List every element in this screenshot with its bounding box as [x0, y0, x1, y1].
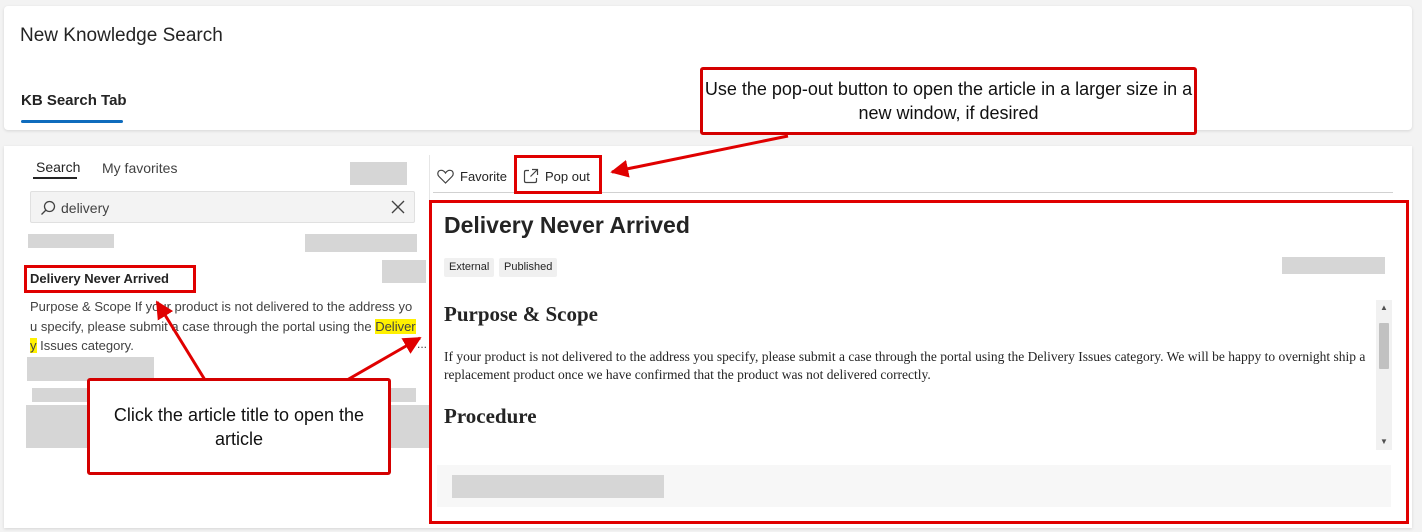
- close-icon[interactable]: [390, 199, 406, 215]
- tab-search[interactable]: Search: [36, 159, 80, 175]
- search-value[interactable]: delivery: [61, 200, 109, 216]
- snippet-text-end: Issues category.: [36, 338, 134, 353]
- tab-kb-search[interactable]: KB Search Tab: [21, 92, 127, 109]
- callout-popout: Use the pop-out button to open the artic…: [700, 67, 1197, 135]
- highlight-box-article: [429, 200, 1409, 524]
- result-snippet: Purpose & Scope If your product is not d…: [30, 297, 416, 356]
- favorite-label: Favorite: [460, 168, 507, 184]
- search-tab-underline: [33, 177, 77, 179]
- highlight-box-popout: [514, 155, 602, 194]
- redacted-block: [350, 162, 407, 185]
- more-indicator: ...: [417, 337, 428, 351]
- page-title: New Knowledge Search: [20, 25, 223, 46]
- tab-underline: [21, 120, 123, 123]
- snippet-text: Purpose & Scope If your product is not d…: [30, 299, 413, 334]
- search-icon: [41, 200, 56, 215]
- redacted-block: [305, 234, 417, 252]
- callout-title: Click the article title to open the arti…: [87, 378, 391, 475]
- search-input[interactable]: delivery: [30, 191, 415, 223]
- redacted-block: [28, 234, 114, 248]
- heart-icon: [437, 169, 454, 184]
- highlight-box-title: [24, 265, 196, 293]
- favorite-button[interactable]: Favorite: [437, 166, 507, 186]
- tab-my-favorites[interactable]: My favorites: [102, 160, 177, 176]
- redacted-block: [382, 260, 426, 283]
